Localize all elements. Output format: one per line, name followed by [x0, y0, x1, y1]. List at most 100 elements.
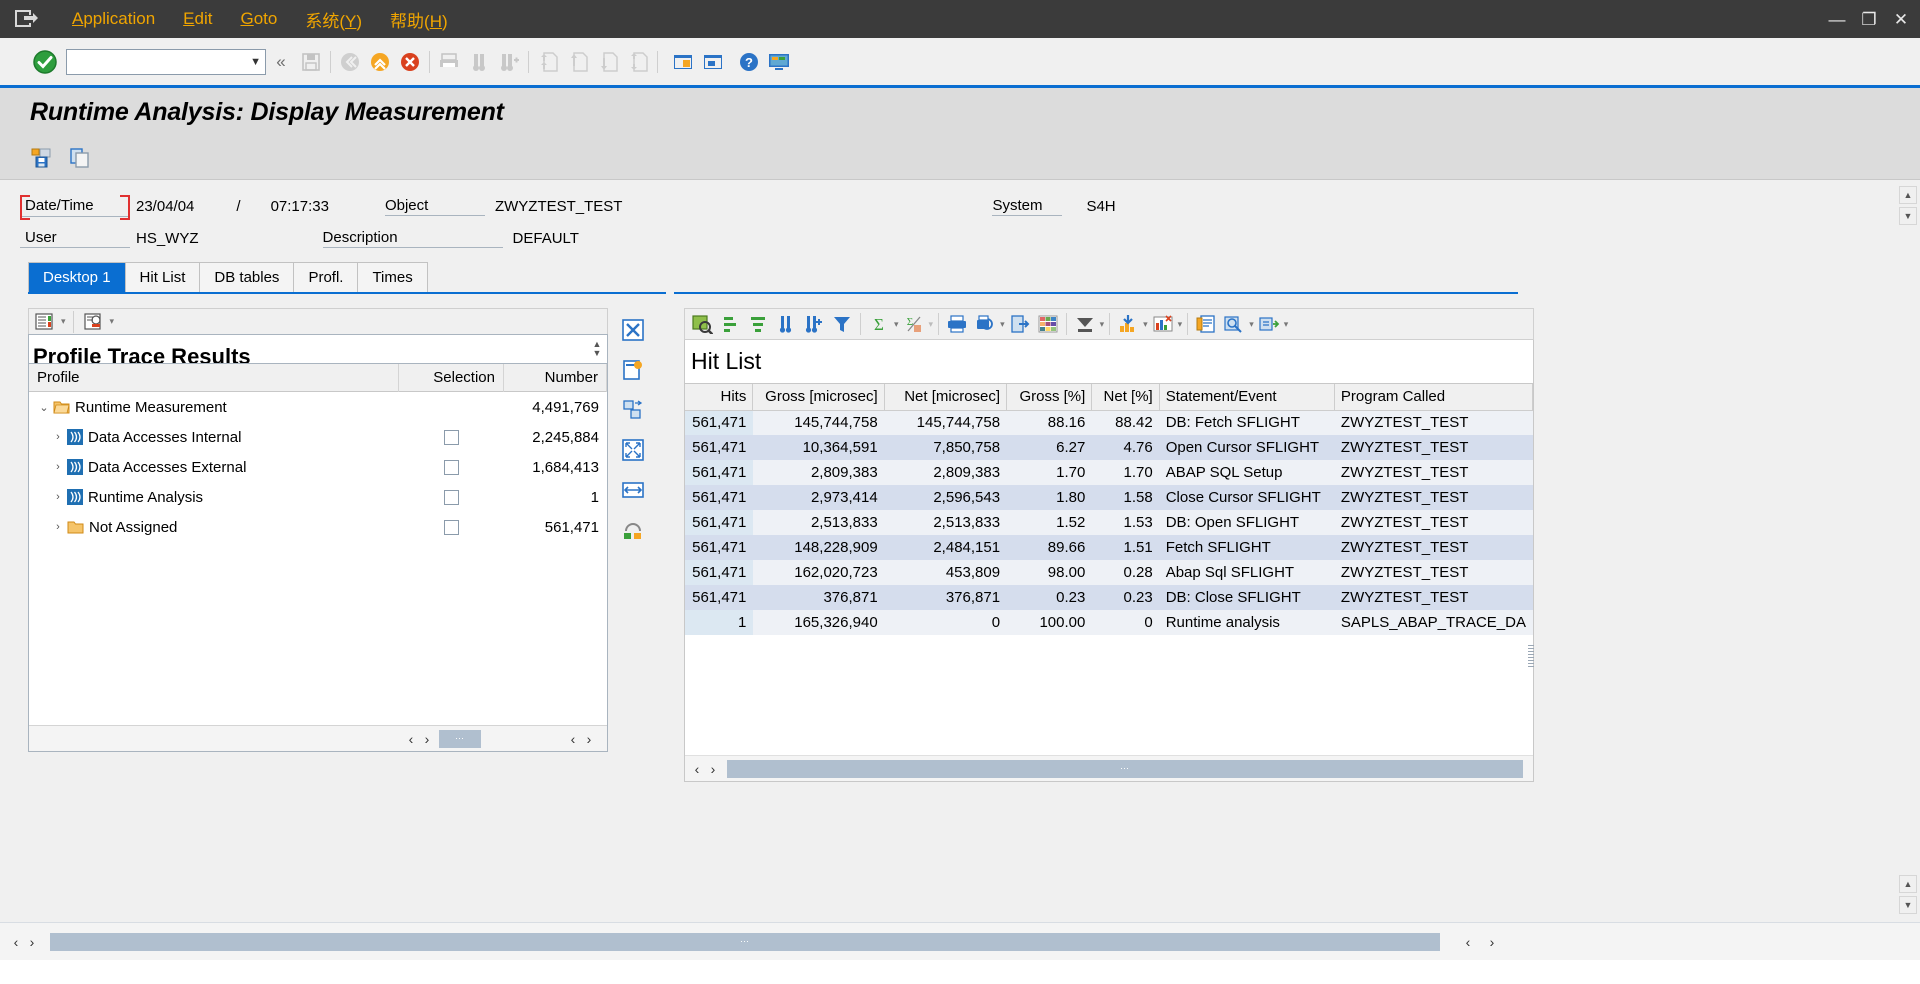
- find-next-icon[interactable]: [494, 46, 524, 78]
- table-row[interactable]: 561,471 162,020,723 453,809 98.00 0.28 A…: [685, 560, 1533, 585]
- menu-item-goto[interactable]: Goto: [226, 9, 291, 29]
- tree-row[interactable]: ⌄ Runtime Measurement 4,491,769: [29, 392, 607, 422]
- status-scroll-right-button[interactable]: ›: [24, 934, 40, 950]
- splitter-grip-icon[interactable]: [1528, 645, 1534, 667]
- exit-icon[interactable]: [365, 46, 395, 78]
- scroll-down-button[interactable]: ▼: [1899, 207, 1917, 225]
- scroll-down-button-2[interactable]: ▼: [1899, 896, 1917, 914]
- layout-icon[interactable]: [1221, 311, 1247, 337]
- table-row[interactable]: 561,471 2,809,383 2,809,383 1.70 1.70 AB…: [685, 460, 1533, 485]
- minimize-button[interactable]: —: [1828, 11, 1846, 28]
- first-page-icon[interactable]: [533, 46, 563, 78]
- find-icon[interactable]: [773, 311, 799, 337]
- tab-desktop-1[interactable]: Desktop 1: [28, 262, 126, 292]
- new-desktop-icon[interactable]: [621, 358, 645, 382]
- save-icon[interactable]: [296, 46, 326, 78]
- column-header-net-microsec[interactable]: Net [microsec]: [884, 384, 1008, 411]
- sort-descending-icon[interactable]: [745, 311, 771, 337]
- scroll-left-button[interactable]: ‹: [403, 731, 419, 747]
- tab-times[interactable]: Times: [357, 262, 428, 292]
- table-row[interactable]: 561,471 2,973,414 2,596,543 1.80 1.58 Cl…: [685, 485, 1533, 510]
- menu-item-system[interactable]: 系统(Y): [291, 7, 376, 32]
- chevron-down-icon[interactable]: ▼: [250, 56, 261, 68]
- scroll-right-button[interactable]: ›: [705, 761, 721, 777]
- table-row[interactable]: 561,471 145,744,758 145,744,758 88.16 88…: [685, 410, 1533, 435]
- hit-list-horizontal-scrollbar[interactable]: ‹ › ⋯: [685, 755, 1533, 781]
- enter-more-icon[interactable]: «: [266, 46, 296, 78]
- command-input[interactable]: [67, 49, 265, 74]
- selection-checkbox[interactable]: [444, 519, 459, 535]
- scroll-left-button-2[interactable]: ‹: [565, 731, 581, 747]
- back-icon[interactable]: [335, 46, 365, 78]
- selection-cell[interactable]: [399, 459, 504, 475]
- download-icon[interactable]: [1115, 311, 1141, 337]
- menu-item-application[interactable]: Application: [58, 9, 169, 29]
- previous-page-icon[interactable]: [563, 46, 593, 78]
- tree-horizontal-scrollbar[interactable]: ‹ › ⋯ ‹ ›: [29, 725, 607, 751]
- view-selection-icon[interactable]: [1072, 311, 1098, 337]
- selection-checkbox[interactable]: [444, 459, 459, 475]
- subtotal-icon[interactable]: Σ: [901, 311, 927, 337]
- column-header-program-called[interactable]: Program Called: [1334, 384, 1533, 411]
- selection-checkbox[interactable]: [444, 489, 459, 505]
- scroll-left-button[interactable]: ‹: [689, 761, 705, 777]
- tab-db-tables[interactable]: DB tables: [199, 262, 295, 292]
- expand-collapse-icon[interactable]: ›: [49, 491, 67, 503]
- expand-collapse-icon[interactable]: ⌄: [35, 401, 53, 414]
- settings-icon[interactable]: [1256, 311, 1282, 337]
- print-preview-icon[interactable]: [972, 311, 998, 337]
- help-icon[interactable]: ?: [734, 46, 764, 78]
- print-icon[interactable]: [434, 46, 464, 78]
- tree-row[interactable]: › Data Accesses Internal 2,245,884: [29, 422, 607, 452]
- expand-collapse-icon[interactable]: ›: [49, 461, 67, 473]
- scroll-right-button[interactable]: ›: [419, 731, 435, 747]
- selection-checkbox[interactable]: [444, 429, 459, 445]
- screen-vertical-scrollbar[interactable]: ▲ ▼ ▲ ▼: [1898, 182, 1918, 920]
- window-menu-icon[interactable]: [14, 8, 40, 30]
- scroll-thumb[interactable]: ⋯: [727, 759, 1523, 778]
- column-header-net-pct[interactable]: Net [%]: [1091, 384, 1160, 411]
- print-icon[interactable]: [944, 311, 970, 337]
- split-horizontal-icon[interactable]: [621, 478, 645, 502]
- last-page-icon[interactable]: [623, 46, 653, 78]
- status-scroll-left-button[interactable]: ‹: [8, 934, 24, 950]
- export-icon[interactable]: [1007, 311, 1033, 337]
- next-page-icon[interactable]: [593, 46, 623, 78]
- close-button[interactable]: ✕: [1892, 11, 1910, 28]
- display-variant-icon[interactable]: [81, 311, 107, 333]
- menu-item-help[interactable]: 帮助(H): [376, 7, 462, 32]
- cancel-icon[interactable]: [395, 46, 425, 78]
- refresh-panel-icon[interactable]: [621, 518, 645, 542]
- table-row[interactable]: 1 165,326,940 0 100.00 0 Runtime analysi…: [685, 610, 1533, 635]
- tree-row[interactable]: › Data Accesses External 1,684,413: [29, 452, 607, 482]
- scroll-up-button-2[interactable]: ▲: [1899, 875, 1917, 893]
- column-header-gross-microsec[interactable]: Gross [microsec]: [752, 384, 885, 411]
- filter-icon[interactable]: [829, 311, 855, 337]
- column-header-number[interactable]: Number: [504, 364, 607, 392]
- table-row[interactable]: 561,471 148,228,909 2,484,151 89.66 1.51…: [685, 535, 1533, 560]
- column-header-hits[interactable]: Hits: [685, 384, 754, 411]
- sort-ascending-icon[interactable]: [717, 311, 743, 337]
- tree-row[interactable]: › Not Assigned 561,471: [29, 512, 607, 542]
- selection-cell[interactable]: [399, 489, 504, 505]
- customize-local-layout-icon[interactable]: [764, 46, 794, 78]
- scroll-thumb[interactable]: ⋯: [439, 729, 481, 748]
- panel-splitter[interactable]: [666, 266, 674, 786]
- save-measurement-icon[interactable]: [28, 144, 56, 172]
- tab-profl[interactable]: Profl.: [293, 262, 359, 292]
- command-field[interactable]: ▼: [66, 48, 266, 75]
- green-check-icon[interactable]: [32, 49, 58, 75]
- datetime-field[interactable]: Date/Time: [20, 195, 130, 220]
- create-session-icon[interactable]: [668, 46, 698, 78]
- detail-list-icon[interactable]: [32, 311, 58, 333]
- column-header-gross-pct[interactable]: Gross [%]: [1006, 384, 1093, 411]
- find-icon[interactable]: [464, 46, 494, 78]
- microsoft-excel-icon[interactable]: [1035, 311, 1061, 337]
- find-next-icon[interactable]: [801, 311, 827, 337]
- expand-collapse-icon[interactable]: ›: [49, 431, 67, 443]
- spinner-up-down-icon[interactable]: ▲ ▼: [589, 337, 605, 361]
- column-header-statement-event[interactable]: Statement/Event: [1159, 384, 1335, 411]
- close-panel-icon[interactable]: [621, 318, 645, 342]
- column-header-profile[interactable]: Profile: [29, 364, 399, 392]
- create-shortcut-icon[interactable]: [698, 46, 728, 78]
